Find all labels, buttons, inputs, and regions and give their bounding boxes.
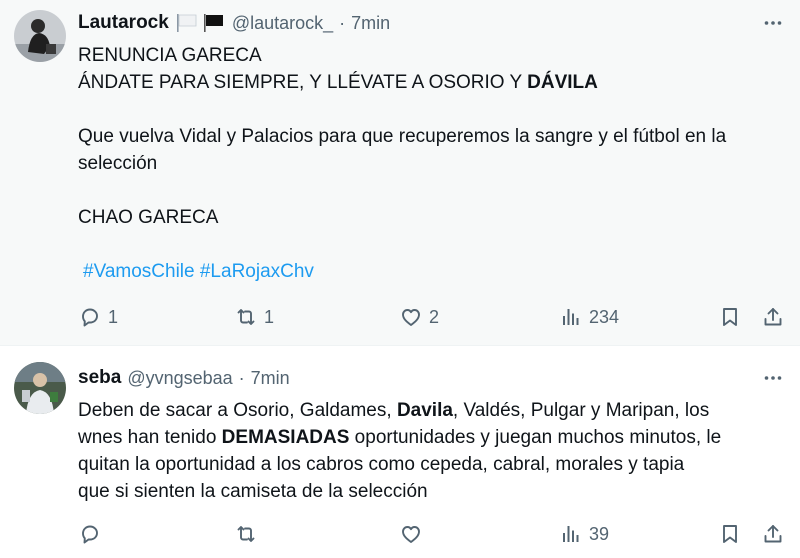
display-name[interactable]: seba (78, 367, 121, 389)
hashtag-links[interactable]: #VamosChile #LaRojaxChv (83, 258, 786, 285)
bookmark-button[interactable] (718, 302, 742, 332)
text-line: que si sienten la camiseta de la selecci… (78, 481, 428, 502)
views-button[interactable]: 234 (559, 302, 619, 332)
like-icon (402, 309, 420, 326)
retweet-button[interactable] (234, 519, 258, 549)
tweet-text: RENUNCIA GARECA ÁNDATE PARA SIEMPRE, Y L… (78, 42, 786, 285)
tweet-text: Deben de sacar a Osorio, Galdames, Davil… (78, 397, 786, 505)
action-bar: 39 (78, 519, 800, 549)
timestamp[interactable]: 7min (351, 13, 390, 34)
share-button[interactable] (761, 302, 785, 332)
separator: · (339, 12, 346, 33)
views-button[interactable]: 39 (559, 519, 609, 549)
display-name[interactable]: Lautarock (78, 12, 169, 34)
share-icon (764, 525, 782, 543)
black-flag-icon (203, 14, 223, 32)
tweet[interactable]: Lautarock @lautarock_ · 7min RENUNCIA GA… (0, 0, 800, 345)
reply-icon (82, 525, 98, 544)
bookmark-icon (723, 525, 737, 543)
share-button[interactable] (761, 519, 785, 549)
views-count: 234 (589, 306, 620, 327)
text-line: Deben de sacar a Osorio, Galdames, Davil… (78, 400, 710, 421)
text-line: ÁNDATE PARA SIEMPRE, Y LLÉVATE A OSORIO … (78, 72, 598, 93)
reply-icon (82, 308, 98, 327)
bookmark-button[interactable] (718, 519, 742, 549)
more-icon[interactable] (760, 365, 786, 391)
like-button[interactable] (399, 519, 423, 549)
reply-button[interactable] (78, 519, 102, 549)
like-button[interactable]: 2 (399, 302, 439, 332)
action-bar: 1 1 2 234 (78, 302, 800, 332)
handle[interactable]: @lautarock_ (232, 13, 333, 34)
retweet-icon (237, 309, 255, 325)
views-count: 39 (589, 523, 610, 544)
avatar[interactable] (14, 362, 66, 414)
reply-count: 1 (108, 306, 119, 327)
like-count: 2 (429, 306, 440, 327)
bookmark-icon (723, 308, 737, 326)
text-line: Que vuelva Vidal y Palacios para que rec… (78, 126, 727, 147)
separator: · (238, 367, 245, 388)
text-line: quitan la oportunidad a los cabros como … (78, 454, 685, 475)
handle[interactable]: @yvngsebaa (127, 368, 232, 389)
bold-text: Davila (396, 400, 453, 421)
white-flag-icon (176, 14, 197, 32)
text-line: wnes han tenido DEMASIADAS oportunidades… (78, 427, 722, 448)
retweet-button[interactable]: 1 (234, 302, 274, 332)
share-icon (764, 308, 782, 326)
like-icon (402, 526, 420, 543)
bold-text: DEMASIADAS (221, 427, 350, 448)
tweet[interactable]: seba @yvngsebaa · 7min Deben de sacar a … (0, 345, 800, 558)
views-icon (563, 526, 579, 542)
retweet-count: 1 (264, 306, 275, 327)
text-line: selección (78, 153, 158, 174)
text-line: RENUNCIA GARECA (78, 45, 262, 66)
more-icon[interactable] (760, 10, 786, 36)
retweet-icon (237, 526, 255, 542)
bold-text: DÁVILA (527, 72, 598, 93)
timestamp[interactable]: 7min (251, 368, 290, 389)
reply-button[interactable]: 1 (78, 302, 118, 332)
avatar[interactable] (14, 10, 66, 62)
text-line: CHAO GARECA (78, 207, 219, 228)
views-icon (563, 309, 579, 325)
